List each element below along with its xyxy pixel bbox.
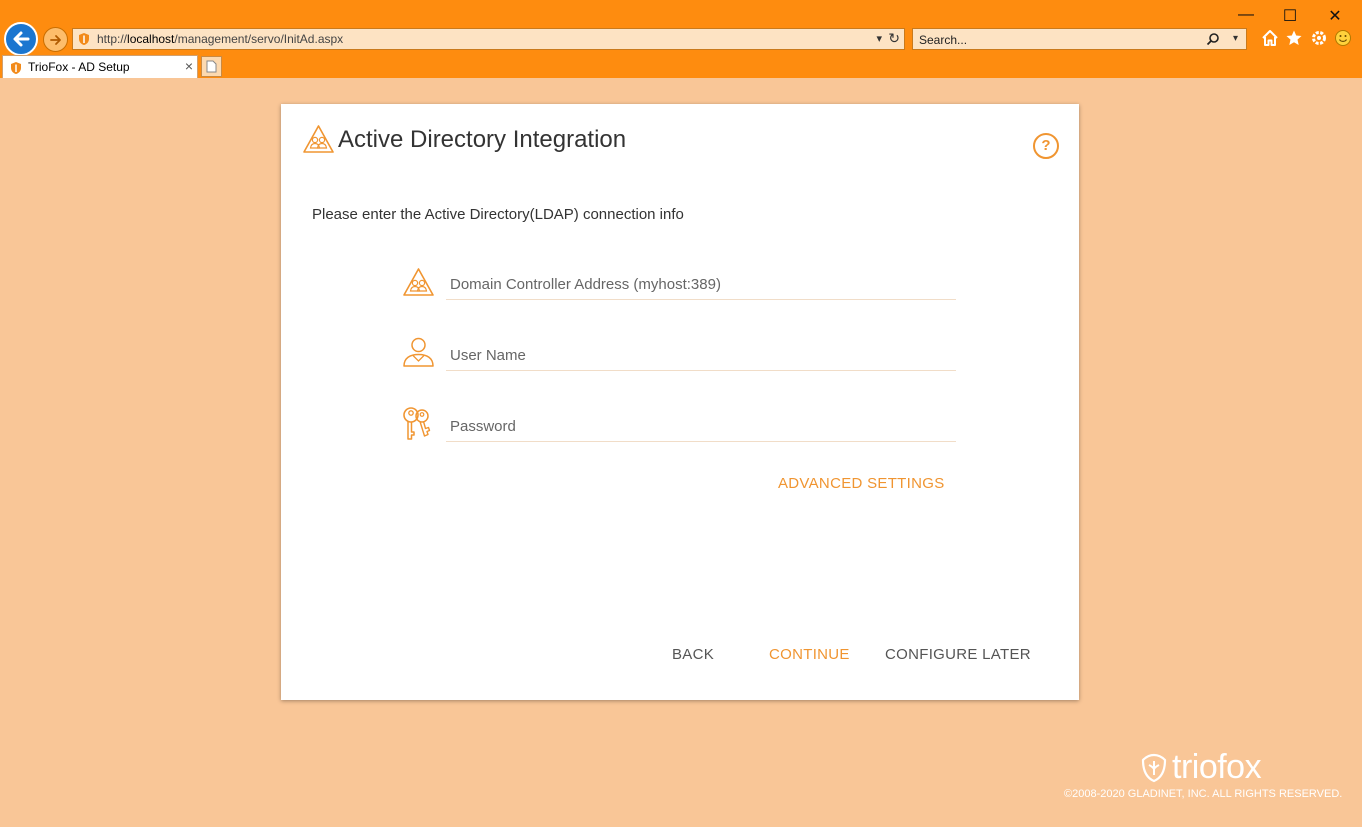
logo-text: triofox (1172, 748, 1262, 786)
ad-triangle-icon (303, 125, 334, 153)
advanced-settings-link[interactable]: ADVANCED SETTINGS (778, 475, 945, 492)
username-input[interactable] (446, 341, 956, 371)
page-content: Active Directory Integration ? Please en… (0, 78, 1362, 827)
refresh-icon[interactable]: ↻ (888, 30, 900, 47)
arrow-right-icon (49, 34, 61, 45)
maximize-button[interactable]: ☐ (1280, 6, 1300, 26)
tab-label: TrioFox - AD Setup (28, 60, 130, 74)
keys-icon (403, 407, 431, 440)
new-tab-button[interactable] (201, 56, 222, 77)
password-input[interactable] (446, 412, 956, 442)
search-icon[interactable] (1206, 32, 1220, 46)
address-bar[interactable]: http://localhost/management/servo/InitAd… (72, 28, 905, 50)
minimize-button[interactable]: — (1236, 6, 1256, 24)
back-button[interactable] (4, 22, 38, 56)
arrow-left-icon (13, 31, 30, 47)
triofox-logo: triofox (1140, 748, 1262, 787)
address-url: http://localhost/management/servo/InitAd… (97, 32, 344, 46)
instructions-text: Please enter the Active Directory(LDAP) … (312, 206, 684, 223)
new-tab-icon (206, 60, 217, 73)
back-button[interactable]: BACK (672, 646, 714, 663)
close-window-button[interactable]: ✕ (1325, 6, 1345, 26)
domain-controller-input[interactable] (446, 270, 956, 300)
star-icon[interactable] (1285, 29, 1303, 47)
search-dropdown-icon[interactable]: ▾ (1233, 33, 1238, 44)
ad-triangle-icon (403, 268, 434, 296)
smiley-icon[interactable] (1334, 29, 1352, 47)
page-title: Active Directory Integration (338, 126, 627, 153)
user-icon (403, 337, 434, 367)
gear-icon[interactable] (1310, 29, 1328, 47)
search-input[interactable]: Search... (919, 33, 967, 47)
copyright-text: ©2008-2020 GLADINET, INC. ALL RIGHTS RES… (1064, 788, 1343, 800)
home-icon[interactable] (1261, 29, 1279, 47)
search-box[interactable]: Search... ▾ (912, 28, 1247, 50)
close-tab-icon[interactable]: × (185, 58, 193, 74)
shield-favicon-icon (79, 33, 89, 45)
address-dropdown-icon[interactable]: ▾ (876, 32, 882, 45)
help-icon[interactable]: ? (1033, 133, 1059, 159)
ad-setup-card: Active Directory Integration ? Please en… (281, 104, 1079, 700)
browser-chrome: http://localhost/management/servo/InitAd… (0, 0, 1362, 78)
triofox-shield-icon (1141, 753, 1167, 782)
configure-later-button[interactable]: CONFIGURE LATER (885, 646, 1031, 663)
forward-button[interactable] (43, 27, 68, 52)
continue-button[interactable]: CONTINUE (769, 646, 850, 663)
tab-triofox-ad-setup[interactable]: TrioFox - AD Setup × (2, 55, 198, 78)
shield-favicon-icon (11, 62, 21, 74)
